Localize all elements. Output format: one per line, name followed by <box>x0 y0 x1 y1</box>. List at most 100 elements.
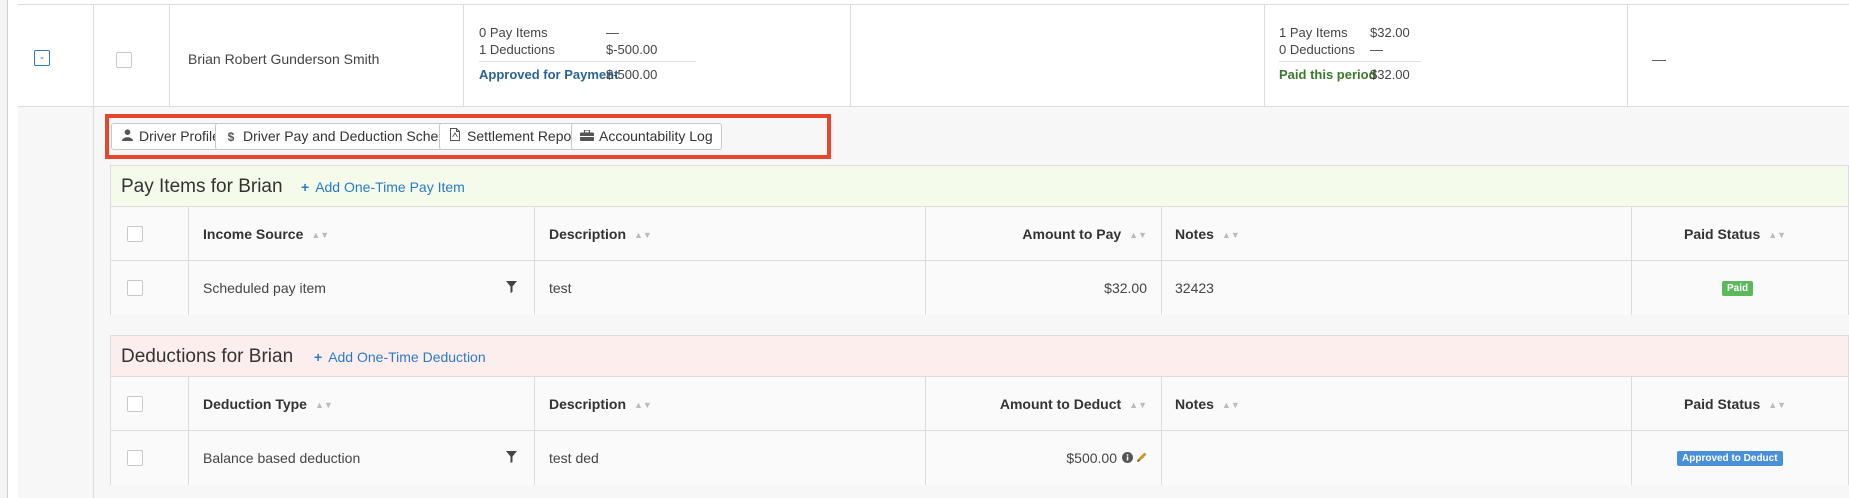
description-cell: test ded <box>535 431 926 485</box>
deductions-table-header: Deduction Type ▲▼ Description ▲▼ Amount to… <box>111 377 1848 431</box>
paid-value: $32.00 <box>1370 67 1410 82</box>
deduction-type-label: Deduction Type <box>203 396 307 412</box>
expand-cell: - <box>18 5 94 108</box>
status-badge: Approved to Deduct <box>1677 451 1783 466</box>
row-checkbox[interactable] <box>127 280 143 296</box>
amount-label: Amount to Deduct <box>999 396 1122 412</box>
paid-status-header[interactable]: Paid Status ▲▼ <box>1632 207 1849 260</box>
sort-icon: ▲▼ <box>1768 230 1787 240</box>
table-row[interactable]: Balance based deduction test ded $500.00… <box>111 431 1848 485</box>
description-cell: test <box>535 261 926 315</box>
expanded-details: Driver Profile $ Driver Pay and Deduction… <box>18 107 1849 498</box>
notes-cell: 32423 <box>1162 261 1632 315</box>
header-check-cell <box>111 207 189 260</box>
description-header[interactable]: Description ▲▼ <box>535 207 926 260</box>
pay-schedule-button[interactable]: $ Driver Pay and Deduction Schedule <box>215 123 474 150</box>
expanded-gutter <box>18 107 94 498</box>
pay-items-table-header: Income Source ▲▼ Description ▲▼ Amount to … <box>111 207 1848 261</box>
description-value: test ded <box>549 450 599 466</box>
sort-icon: ▲▼ <box>1221 230 1240 240</box>
paid-status-header[interactable]: Paid Status ▲▼ <box>1632 377 1849 430</box>
pay-items-count: 0 Pay Items <box>479 25 548 40</box>
filter-icon[interactable] <box>506 281 517 293</box>
left-gutter <box>0 0 8 498</box>
last-cell: — <box>1628 5 1849 108</box>
accountability-log-button[interactable]: Accountability Log <box>571 123 722 150</box>
user-icon <box>120 125 134 150</box>
sort-icon: ▲▼ <box>634 230 652 240</box>
status-cell: Approved to Deduct <box>1632 431 1849 485</box>
highlighted-action-buttons: Driver Profile $ Driver Pay and Deduction… <box>105 114 831 159</box>
last-value: — <box>1652 51 1666 67</box>
amount-value: $500.00 <box>1066 450 1117 466</box>
amount-header[interactable]: Amount to Pay ▲▼ <box>926 207 1162 260</box>
notes-header[interactable]: Notes ▲▼ <box>1162 377 1632 430</box>
sort-icon: ▲▼ <box>1129 230 1147 240</box>
deductions-title: Deductions for Brian <box>121 346 294 367</box>
paid-summary-cell: 1 Pay Items $32.00 0 Deductions — Paid t… <box>1265 5 1628 108</box>
description-header[interactable]: Description ▲▼ <box>535 377 926 430</box>
approved-summary-cell: 0 Pay Items — 1 Deductions $-500.00 Appr… <box>464 5 851 108</box>
sort-icon: ▲▼ <box>314 400 333 410</box>
income-source-header[interactable]: Income Source ▲▼ <box>189 207 535 260</box>
driver-profile-button[interactable]: Driver Profile <box>111 123 229 150</box>
amount-label: Amount to Pay <box>1022 226 1122 242</box>
settlement-report-button[interactable]: Settlement Report <box>439 123 589 150</box>
deduction-type-cell: Balance based deduction <box>189 431 535 485</box>
edit-pencil-icon[interactable] <box>1136 451 1148 463</box>
notes-value: 32423 <box>1175 280 1214 296</box>
amount-cell: $32.00 <box>926 261 1162 315</box>
add-pay-item-label: Add One-Time Pay Item <box>315 179 465 195</box>
driver-name: Brian Robert Gunderson Smith <box>188 51 380 67</box>
info-icon[interactable] <box>1122 452 1133 463</box>
deduction-type-header[interactable]: Deduction Type ▲▼ <box>189 377 535 430</box>
pay-schedule-label: Driver Pay and Deduction Schedule <box>243 128 465 144</box>
paid-deductions-count: 0 Deductions <box>1279 42 1355 57</box>
sort-icon: ▲▼ <box>1129 400 1147 410</box>
paid-pay-items-count: 1 Pay Items <box>1279 25 1348 40</box>
row-checkbox[interactable] <box>127 450 143 466</box>
row-checkbox[interactable] <box>116 52 132 68</box>
pay-items-value: — <box>606 25 619 40</box>
amount-cell: $500.00 <box>926 431 1162 485</box>
approved-value: $-500.00 <box>606 67 658 82</box>
paid-status-label: Paid Status <box>1684 226 1761 242</box>
sort-icon: ▲▼ <box>311 230 330 240</box>
sort-icon: ▲▼ <box>1768 400 1787 410</box>
status-badge: Paid <box>1722 281 1754 296</box>
accountability-log-label: Accountability Log <box>599 128 713 144</box>
sort-icon: ▲▼ <box>634 400 652 410</box>
driver-summary-row: - Brian Robert Gunderson Smith 0 Pay Ite… <box>18 4 1849 108</box>
row-check-cell <box>111 431 189 485</box>
approved-label: Approved for Payment <box>479 67 619 82</box>
notes-label: Notes <box>1175 226 1214 242</box>
amount-header[interactable]: Amount to Deduct ▲▼ <box>926 377 1162 430</box>
description-value: test <box>549 280 572 296</box>
briefcase-icon <box>580 125 594 150</box>
deductions-count: 1 Deductions <box>479 42 555 57</box>
add-deduction-label: Add One-Time Deduction <box>328 349 486 365</box>
select-all-checkbox[interactable] <box>127 226 143 242</box>
filter-icon[interactable] <box>506 451 517 463</box>
amount-value: $32.00 <box>1104 280 1147 296</box>
deductions-panel: Deductions for Brian + Add One-Time Deduc… <box>110 335 1849 485</box>
paid-pay-items-value: $32.00 <box>1370 25 1410 40</box>
description-label: Description <box>549 396 627 412</box>
dollar-icon: $ <box>227 130 235 144</box>
driver-profile-label: Driver Profile <box>139 128 220 144</box>
collapse-button[interactable]: - <box>34 50 50 66</box>
table-row[interactable]: Scheduled pay item test $32.00 32423 Pai… <box>111 261 1848 315</box>
divider <box>479 61 696 62</box>
divider <box>1279 61 1421 62</box>
row-check-cell <box>111 261 189 315</box>
notes-header[interactable]: Notes ▲▼ <box>1162 207 1632 260</box>
paid-label: Paid this period <box>1279 67 1377 82</box>
description-label: Description <box>549 226 627 242</box>
paid-deductions-value: — <box>1370 42 1383 57</box>
pay-items-panel: Pay Items for Brian + Add One-Time Pay It… <box>110 165 1849 315</box>
add-deduction-link[interactable]: + Add One-Time Deduction <box>314 349 486 365</box>
select-all-checkbox[interactable] <box>127 396 143 412</box>
notes-label: Notes <box>1175 396 1214 412</box>
status-cell: Paid <box>1632 261 1849 315</box>
add-pay-item-link[interactable]: + Add One-Time Pay Item <box>301 179 465 195</box>
